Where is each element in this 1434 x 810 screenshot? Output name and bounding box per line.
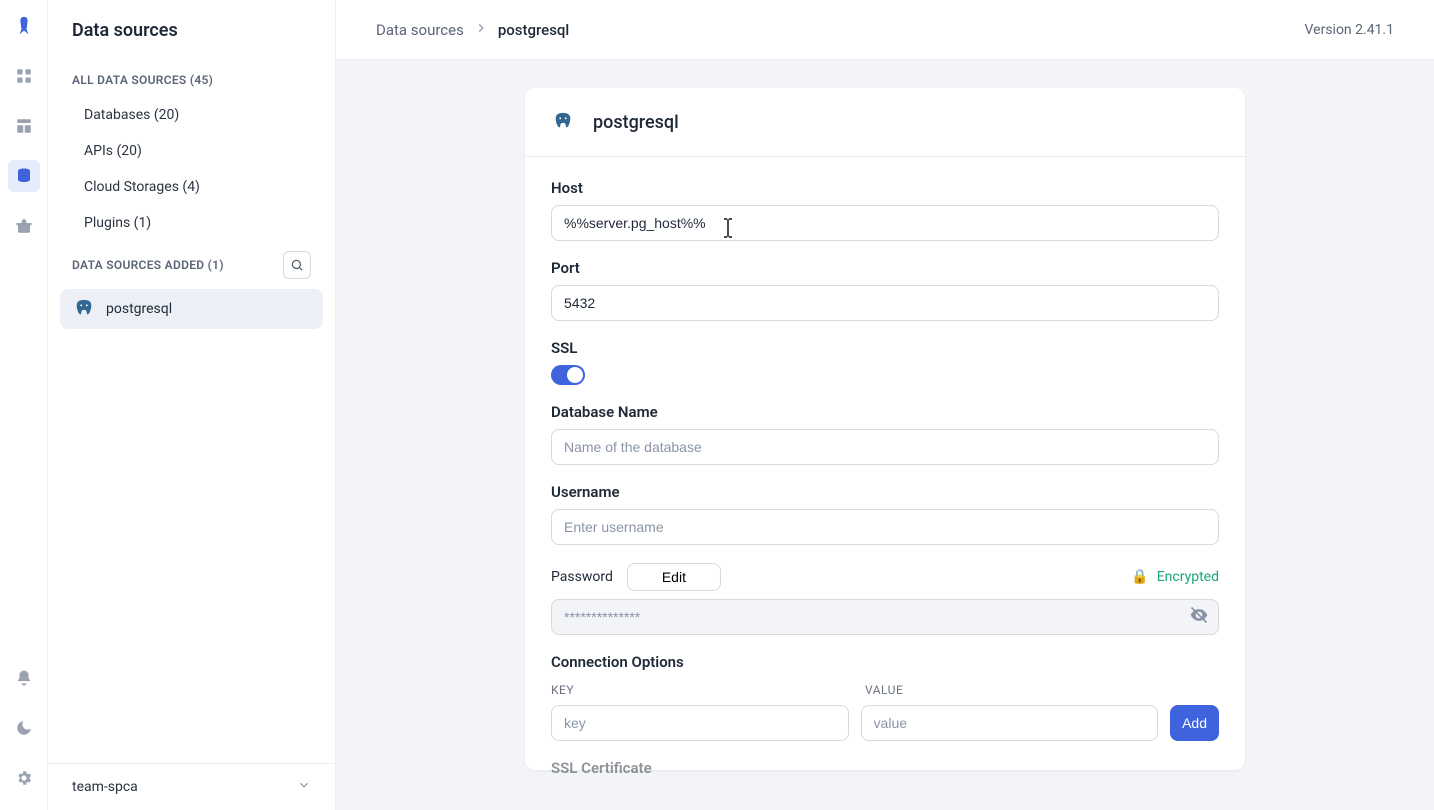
version-label: Version 2.41.1 <box>1305 22 1394 38</box>
port-label: Port <box>551 259 1219 277</box>
templates-icon[interactable] <box>8 110 40 142</box>
password-input <box>551 599 1219 635</box>
database-icon[interactable] <box>8 160 40 192</box>
card-title: postgresql <box>593 112 679 133</box>
sidebar-item-plugins[interactable]: Plugins (1) <box>60 205 323 241</box>
host-label: Host <box>551 179 1219 197</box>
conn-key-header: KEY <box>551 683 865 697</box>
added-item-label: postgresql <box>106 301 172 317</box>
conn-value-input[interactable] <box>861 705 1159 741</box>
added-item-postgresql[interactable]: postgresql <box>60 289 323 329</box>
apps-icon[interactable] <box>8 60 40 92</box>
lock-icon: 🔒 <box>1131 569 1148 585</box>
workspace-name: team-spca <box>72 779 138 795</box>
username-input[interactable] <box>551 509 1219 545</box>
conn-options-label: Connection Options <box>551 653 1219 671</box>
sslcert-label: SSL Certificate <box>551 759 1219 777</box>
port-input[interactable] <box>551 285 1219 321</box>
username-label: Username <box>551 483 1219 501</box>
added-datasources-header: DATA SOURCES ADDED (1) <box>72 258 224 272</box>
settings-icon[interactable] <box>8 762 40 794</box>
password-label: Password <box>551 569 613 585</box>
theme-icon[interactable] <box>8 712 40 744</box>
ssl-label: SSL <box>551 339 1219 357</box>
breadcrumb: Data sources postgresql <box>376 21 569 39</box>
chevron-down-icon <box>297 778 311 796</box>
conn-value-header: VALUE <box>865 683 1179 697</box>
all-datasources-header: ALL DATA SOURCES (45) <box>60 59 323 97</box>
breadcrumb-current: postgresql <box>498 21 569 39</box>
conn-add-button[interactable]: Add <box>1170 705 1219 741</box>
postgresql-icon <box>72 297 96 321</box>
sidebar-item-apis[interactable]: APIs (20) <box>60 133 323 169</box>
search-icon[interactable] <box>283 251 311 279</box>
notifications-icon[interactable] <box>8 662 40 694</box>
conn-key-input[interactable] <box>551 705 849 741</box>
password-edit-button[interactable]: Edit <box>627 563 721 591</box>
ssl-toggle[interactable] <box>551 365 585 385</box>
host-input[interactable] <box>551 205 1219 241</box>
app-logo-icon[interactable] <box>8 10 40 42</box>
sidebar-item-databases[interactable]: Databases (20) <box>60 97 323 133</box>
postgresql-icon <box>551 110 575 134</box>
encrypted-label: Encrypted <box>1157 569 1219 585</box>
toolbox-icon[interactable] <box>8 210 40 242</box>
chevron-right-icon <box>474 21 488 39</box>
dbname-label: Database Name <box>551 403 1219 421</box>
dbname-input[interactable] <box>551 429 1219 465</box>
encrypted-badge: 🔒 Encrypted <box>1131 569 1219 585</box>
breadcrumb-root[interactable]: Data sources <box>376 21 464 39</box>
sidebar-item-cloud-storages[interactable]: Cloud Storages (4) <box>60 169 323 205</box>
eye-off-icon[interactable] <box>1189 605 1209 629</box>
workspace-switcher[interactable]: team-spca <box>48 763 335 810</box>
sidebar-title: Data sources <box>48 0 335 51</box>
